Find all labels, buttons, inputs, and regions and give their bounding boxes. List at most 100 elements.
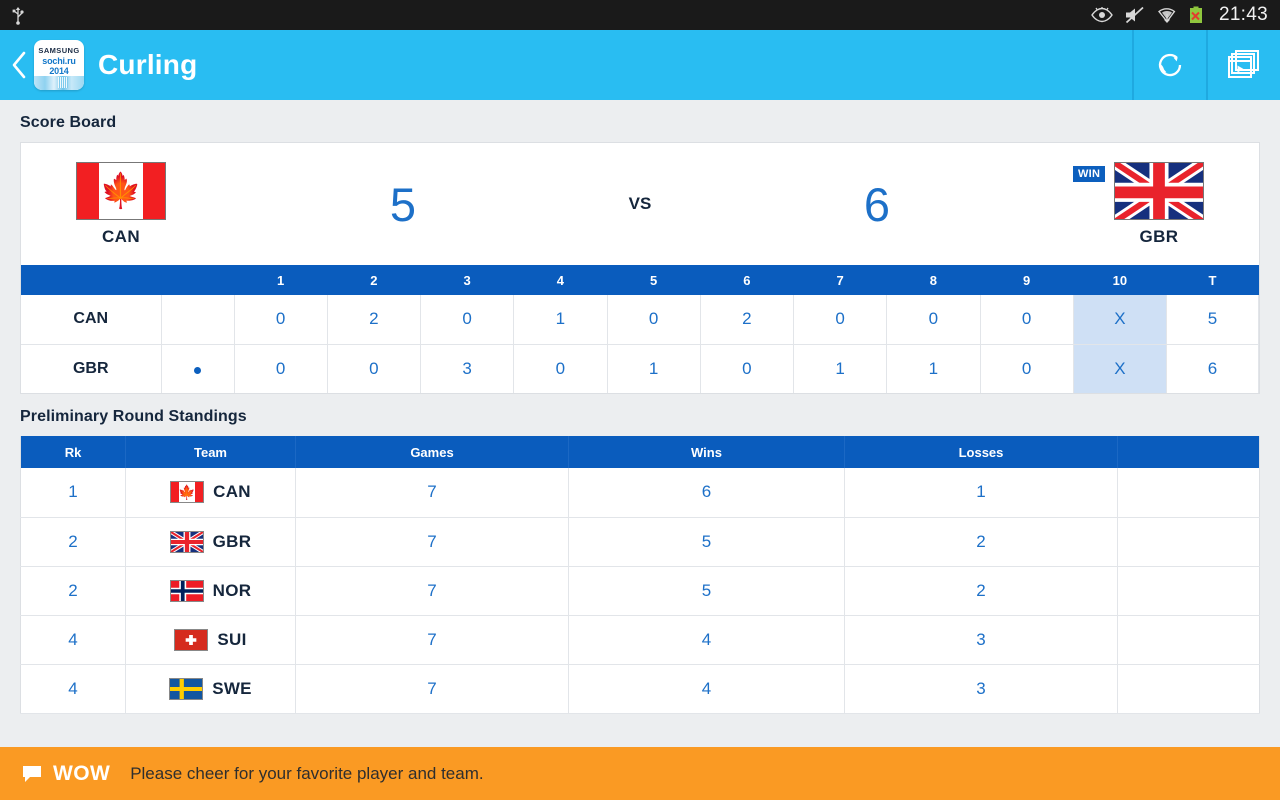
status-bar-left xyxy=(10,5,26,25)
standings-rank: 4 xyxy=(20,664,126,714)
ends-row-team-gbr: GBR xyxy=(21,344,162,393)
standings-team: 🍁 CAN xyxy=(125,468,296,518)
table-row[interactable]: 4 SWE 7 4 3 xyxy=(20,664,1260,714)
ends-header-total: T xyxy=(1166,265,1259,295)
ends-header-5: 5 xyxy=(607,265,701,295)
multiwindow-button[interactable] xyxy=(1206,30,1280,100)
standings-rank: 2 xyxy=(20,517,126,567)
flag-can-icon: 🍁 xyxy=(170,481,205,504)
multi-window-icon xyxy=(1228,50,1259,78)
scoreboard-header: 🍁 CAN 5 VS 6 WIN GBR xyxy=(21,143,1259,265)
ends-header-4: 4 xyxy=(513,265,608,295)
home-team-abbr: CAN xyxy=(101,226,141,246)
standings-extra xyxy=(1117,615,1260,665)
ends-header-9: 9 xyxy=(980,265,1074,295)
ends-cell-can-1: 0 xyxy=(234,295,328,345)
back-button[interactable] xyxy=(6,50,32,80)
ends-cell-can-total: 5 xyxy=(1166,295,1259,345)
standings-team-name: SUI xyxy=(217,629,247,649)
standings-team-name: SWE xyxy=(212,678,252,698)
scroll-container[interactable]: Score Board 🍁 CAN 5 VS 6 WIN GBR 1 2 3 4… xyxy=(0,100,1280,800)
standings-header-extra xyxy=(1117,436,1260,468)
standings-section-title: Preliminary Round Standings xyxy=(20,408,247,425)
standings-header-games[interactable]: Games xyxy=(295,436,569,468)
wow-message: Please cheer for your favorite player an… xyxy=(130,763,484,783)
ends-cell-gbr-6: 0 xyxy=(700,344,795,393)
ends-cell-gbr-4: 0 xyxy=(513,344,608,393)
ends-cell-gbr-10: X xyxy=(1073,344,1168,393)
logo-event-text: sochi.ru xyxy=(42,56,76,66)
ends-cell-gbr-8: 1 xyxy=(886,344,981,393)
wow-banner[interactable]: WOW Please cheer for your favorite playe… xyxy=(0,747,1280,800)
wow-label: WOW xyxy=(53,761,111,785)
ends-cell-can-6: 2 xyxy=(700,295,795,345)
flag-sui-icon xyxy=(174,628,209,651)
ends-cell-can-3: 0 xyxy=(420,295,515,345)
ends-cell-gbr-1: 0 xyxy=(234,344,328,393)
standings-wins: 6 xyxy=(568,468,845,518)
standings-extra xyxy=(1117,517,1260,567)
ends-table-header-row: 1 2 3 4 5 6 7 8 9 10 T xyxy=(21,265,1259,295)
standings-team: NOR xyxy=(125,566,296,616)
app-bar-actions xyxy=(1132,30,1280,100)
standings-extra xyxy=(1117,468,1260,518)
usb-icon xyxy=(12,7,24,25)
ends-cell-can-4: 1 xyxy=(513,295,608,345)
status-bar-right: 21:43 xyxy=(1091,4,1268,26)
standings-games: 7 xyxy=(295,517,569,567)
status-bar: 21:43 xyxy=(0,0,1280,30)
flag-gbr-icon xyxy=(169,530,204,553)
flag-swe-icon xyxy=(169,677,204,700)
ends-row-team-can: CAN xyxy=(21,295,162,345)
standings-rank: 2 xyxy=(20,566,126,616)
standings-header-wins[interactable]: Wins xyxy=(568,436,845,468)
page-title: Curling xyxy=(98,49,198,80)
standings-team: SUI xyxy=(125,615,296,665)
away-team-flag-gbr xyxy=(1114,161,1204,220)
vs-label: VS xyxy=(628,194,652,213)
standings-header-rk[interactable]: Rk xyxy=(20,436,126,468)
standings-header-row: Rk Team Games Wins Losses xyxy=(20,436,1260,468)
ends-cell-can-5: 0 xyxy=(607,295,701,345)
table-row: CAN 0 2 0 1 0 2 0 0 0 X 5 xyxy=(21,295,1259,345)
standings-wins: 5 xyxy=(568,517,845,567)
sochi-2014-logo: SAMSUNG sochi.ru 2014 ◠◠◠ xyxy=(34,40,84,90)
wifi-icon xyxy=(1157,8,1176,23)
standings-losses: 2 xyxy=(844,517,1118,567)
hammer-dot-icon xyxy=(194,366,201,374)
standings-games: 7 xyxy=(295,566,569,616)
standings-wins: 5 xyxy=(568,566,845,616)
home-team-score: 5 xyxy=(389,177,417,231)
table-row[interactable]: 2 GBR 7 5 2 xyxy=(20,517,1260,567)
ends-cell-can-2: 2 xyxy=(327,295,422,345)
standings-losses: 2 xyxy=(844,566,1118,616)
standings-games: 7 xyxy=(295,615,569,665)
refresh-icon xyxy=(1158,53,1182,77)
standings-rank: 1 xyxy=(20,468,126,518)
refresh-button[interactable] xyxy=(1132,30,1206,100)
maple-leaf-icon: 🍁 xyxy=(99,171,143,210)
ends-header-1: 1 xyxy=(234,265,328,295)
ends-cell-gbr-7: 1 xyxy=(793,344,888,393)
standings-losses: 3 xyxy=(844,615,1118,665)
ends-row-hammer-gbr xyxy=(161,344,235,393)
table-row[interactable]: 2 NOR 7 5 2 xyxy=(20,566,1260,616)
app-bar: SAMSUNG sochi.ru 2014 ◠◠◠ Curling xyxy=(0,30,1280,100)
table-row[interactable]: 1 🍁 CAN 7 6 1 xyxy=(20,468,1260,518)
table-row[interactable]: 4 SUI 7 4 3 xyxy=(20,615,1260,665)
maple-leaf-icon: 🍁 xyxy=(178,484,196,501)
standings-team: GBR xyxy=(125,517,296,567)
ends-cell-can-8: 0 xyxy=(886,295,981,345)
ends-header-10: 10 xyxy=(1073,265,1168,295)
standings-header-losses[interactable]: Losses xyxy=(844,436,1118,468)
ends-header-6: 6 xyxy=(700,265,795,295)
standings-extra xyxy=(1117,566,1260,616)
standings-header-team[interactable]: Team xyxy=(125,436,296,468)
ends-header-3: 3 xyxy=(420,265,515,295)
standings-wins: 4 xyxy=(568,615,845,665)
ends-cell-can-9: 0 xyxy=(980,295,1074,345)
ends-header-team xyxy=(21,265,162,295)
standings-team-name: CAN xyxy=(213,482,251,502)
flag-nor-icon xyxy=(169,579,204,602)
ends-header-2: 2 xyxy=(327,265,422,295)
